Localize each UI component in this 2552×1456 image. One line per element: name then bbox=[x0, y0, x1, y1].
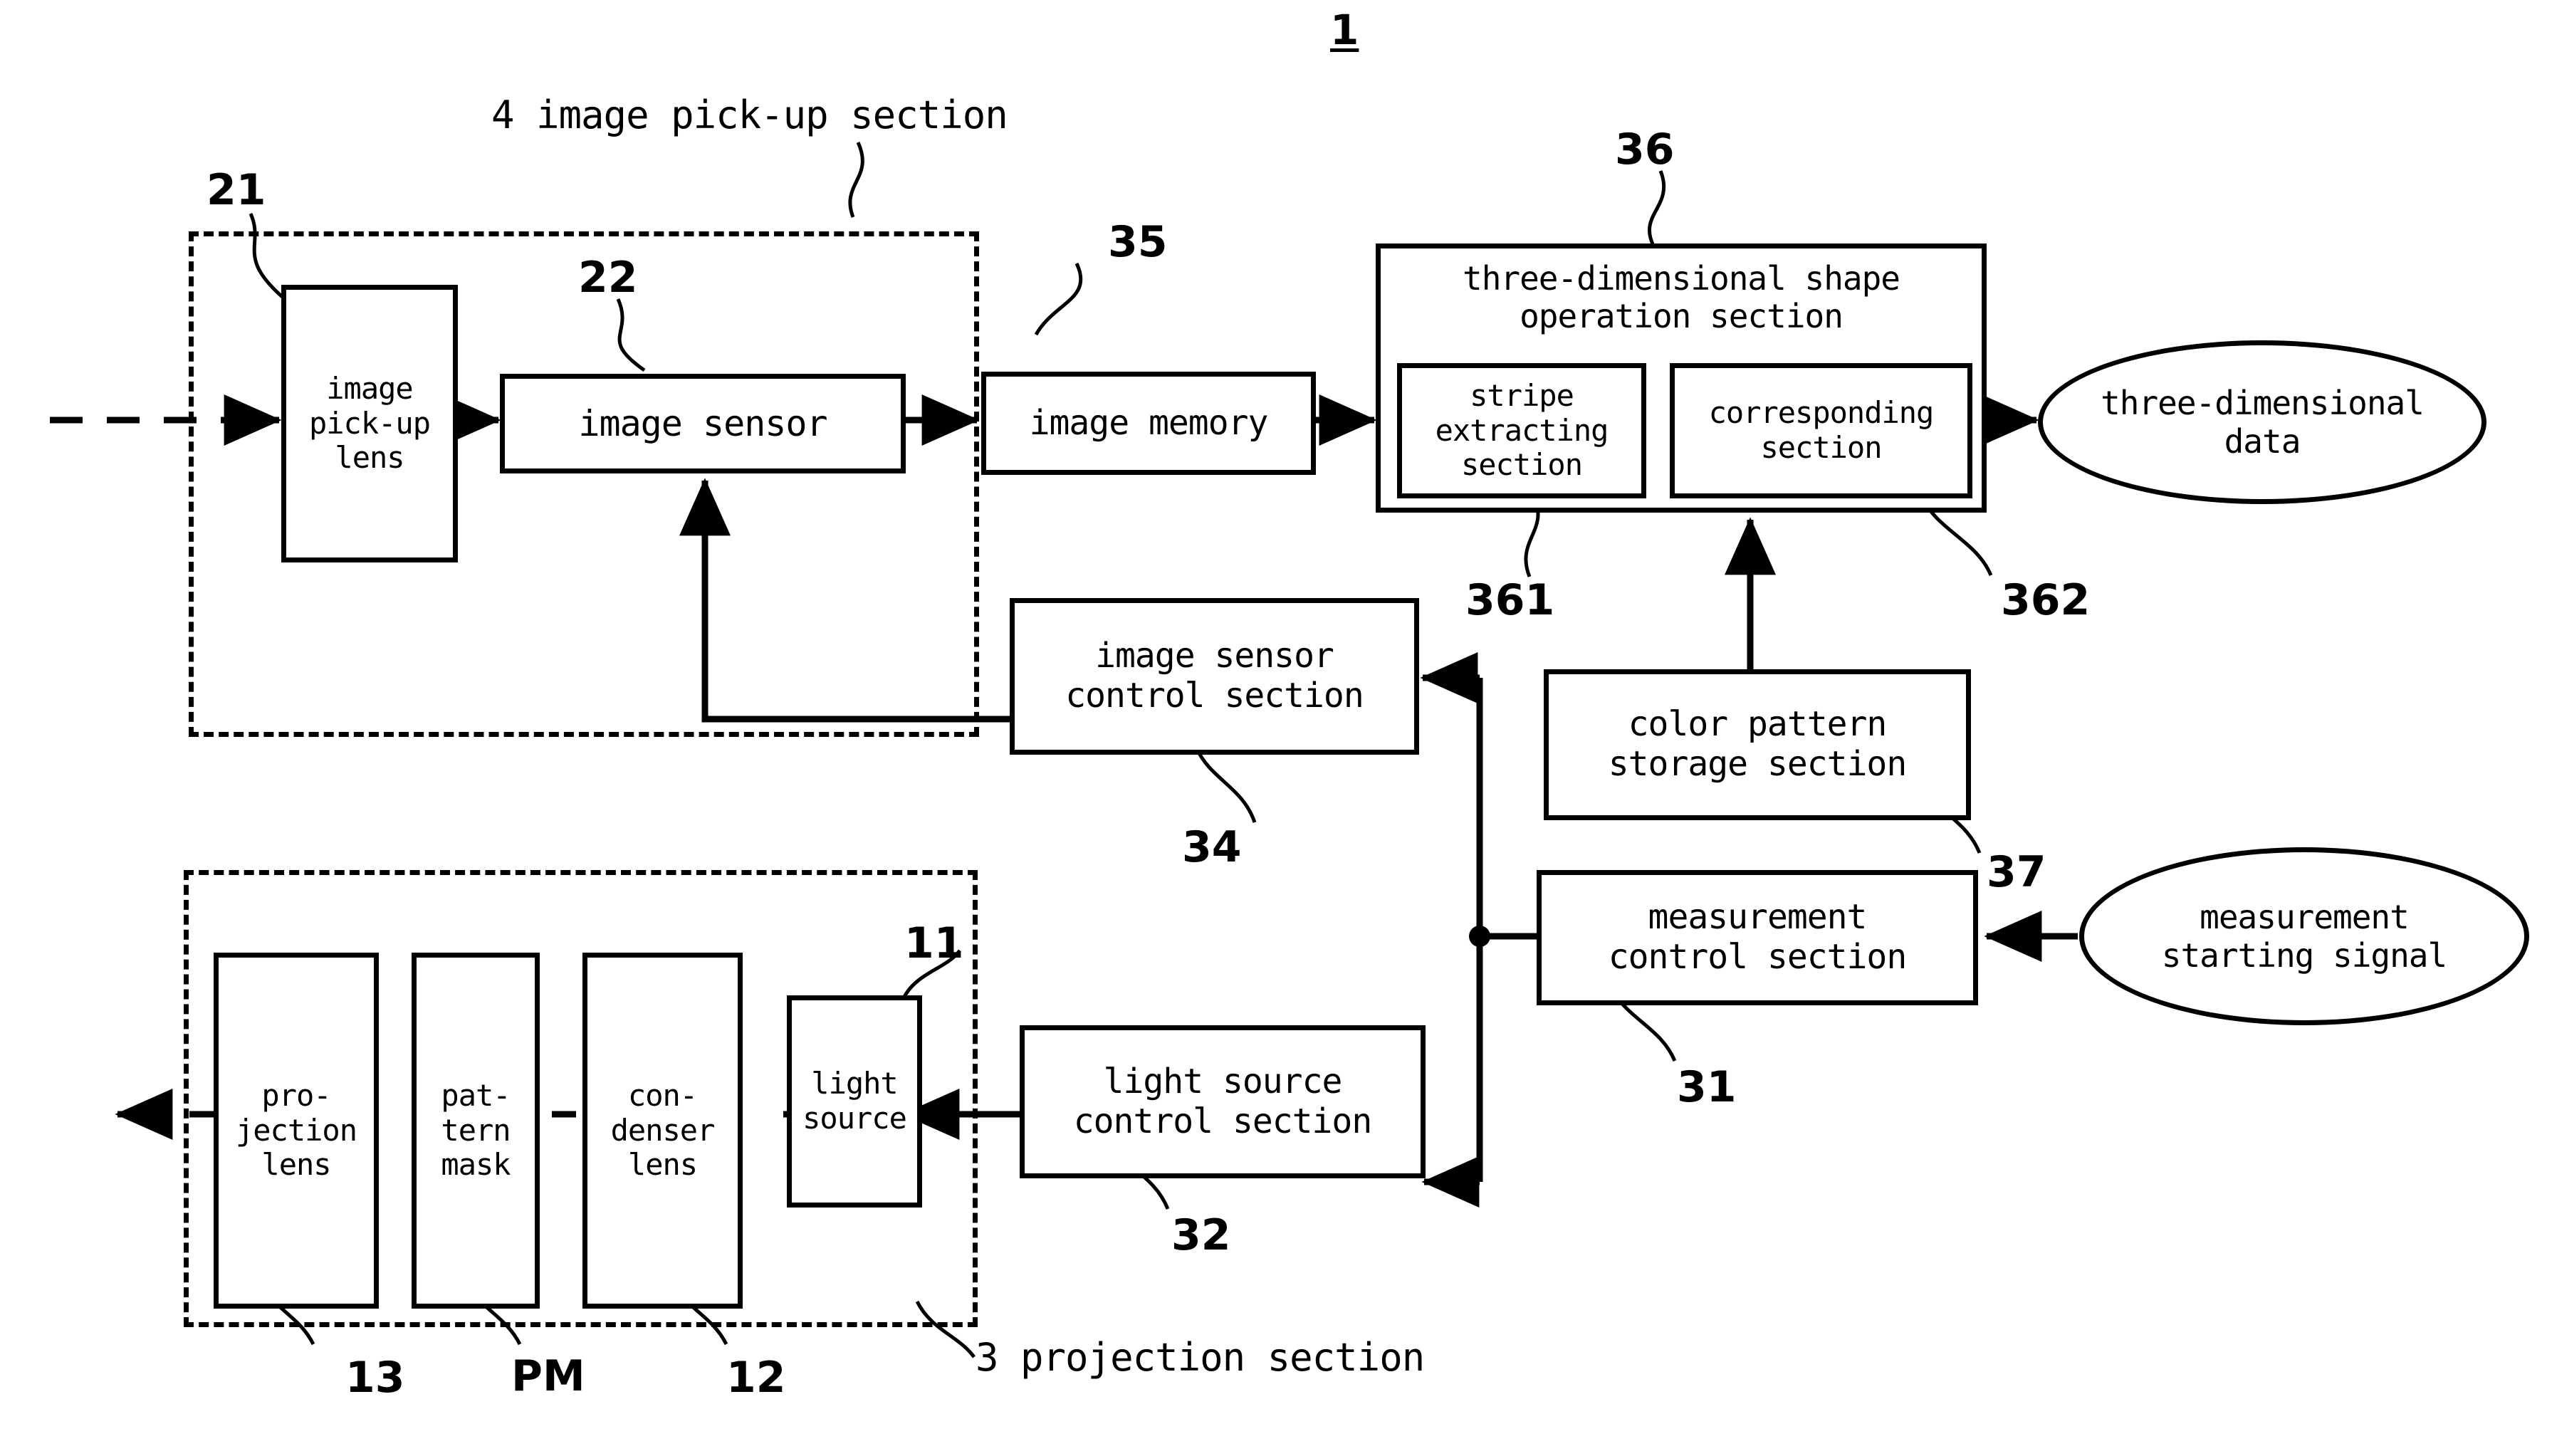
block-light-source-control-section-label: light source control section bbox=[1073, 1061, 1372, 1141]
block-image-sensor-label: image sensor bbox=[578, 403, 827, 444]
ref-numeral-21: 21 bbox=[206, 165, 266, 215]
block-corresponding-section-label: corresponding section bbox=[1708, 395, 1935, 465]
patent-figure-canvas: 1 4 image pick-up section image pick-up … bbox=[0, 0, 2552, 1456]
caption-projection-section: 3 projection section bbox=[976, 1335, 1425, 1380]
ref-numeral-12: 12 bbox=[726, 1353, 786, 1403]
ref-numeral-35: 35 bbox=[1108, 217, 1168, 267]
ref-numeral-362: 362 bbox=[2001, 575, 2091, 625]
block-three-dimensional-shape-operation-section-label: three-dimensional shape operation section bbox=[1463, 259, 1900, 336]
block-projection-lens[interactable]: pro-jection lens bbox=[214, 953, 379, 1309]
block-corresponding-section[interactable]: corresponding section bbox=[1670, 363, 1972, 498]
block-condenser-lens-label: con-denser lens bbox=[610, 1077, 716, 1183]
caption-image-pickup-section: 4 image pick-up section bbox=[491, 93, 1008, 137]
block-image-memory[interactable]: image memory bbox=[981, 372, 1316, 475]
figure-number-label: 1 bbox=[1330, 6, 1359, 54]
ref-numeral-13: 13 bbox=[345, 1353, 405, 1403]
block-pattern-mask[interactable]: pat-tern mask bbox=[412, 953, 540, 1309]
block-image-sensor-control-section[interactable]: image sensor control section bbox=[1010, 598, 1419, 755]
ref-numeral-32: 32 bbox=[1171, 1210, 1231, 1260]
block-light-source[interactable]: light source bbox=[787, 995, 922, 1208]
ref-numeral-36: 36 bbox=[1615, 125, 1675, 174]
ref-numeral-361: 361 bbox=[1465, 575, 1555, 625]
block-stripe-extracting-section[interactable]: stripe extracting section bbox=[1397, 363, 1646, 498]
ref-numeral-pm: PM bbox=[511, 1351, 585, 1401]
block-image-memory-label: image memory bbox=[1029, 402, 1269, 443]
block-image-sensor[interactable]: image sensor bbox=[500, 374, 906, 473]
block-image-sensor-control-section-label: image sensor control section bbox=[1065, 636, 1364, 716]
terminal-measurement-starting-signal: measurement starting signal bbox=[2079, 847, 2529, 1025]
block-condenser-lens[interactable]: con-denser lens bbox=[582, 953, 743, 1309]
block-light-source-control-section[interactable]: light source control section bbox=[1020, 1025, 1426, 1178]
block-pattern-mask-label: pat-tern mask bbox=[441, 1077, 511, 1183]
block-color-pattern-storage-section-label: color pattern storage section bbox=[1608, 704, 1907, 784]
ref-numeral-31: 31 bbox=[1677, 1062, 1737, 1112]
ref-numeral-37: 37 bbox=[1987, 847, 2046, 897]
ref-numeral-11: 11 bbox=[904, 918, 964, 968]
terminal-measurement-starting-signal-label: measurement starting signal bbox=[2161, 898, 2447, 975]
block-image-pickup-lens-label: image pick-up lens bbox=[308, 370, 431, 476]
block-measurement-control-section-label: measurement control section bbox=[1608, 897, 1907, 977]
block-light-source-label: light source bbox=[802, 1066, 907, 1136]
terminal-three-dimensional-data-label: three-dimensional data bbox=[2101, 384, 2425, 461]
block-image-pickup-lens[interactable]: image pick-up lens bbox=[281, 285, 458, 562]
block-stripe-extracting-section-label: stripe extracting section bbox=[1435, 377, 1609, 483]
block-measurement-control-section[interactable]: measurement control section bbox=[1537, 870, 1978, 1005]
terminal-three-dimensional-data: three-dimensional data bbox=[2038, 340, 2486, 504]
ref-numeral-22: 22 bbox=[578, 253, 638, 303]
ref-numeral-34: 34 bbox=[1182, 822, 1242, 872]
block-projection-lens-label: pro-jection lens bbox=[235, 1077, 357, 1183]
block-color-pattern-storage-section[interactable]: color pattern storage section bbox=[1544, 669, 1971, 820]
